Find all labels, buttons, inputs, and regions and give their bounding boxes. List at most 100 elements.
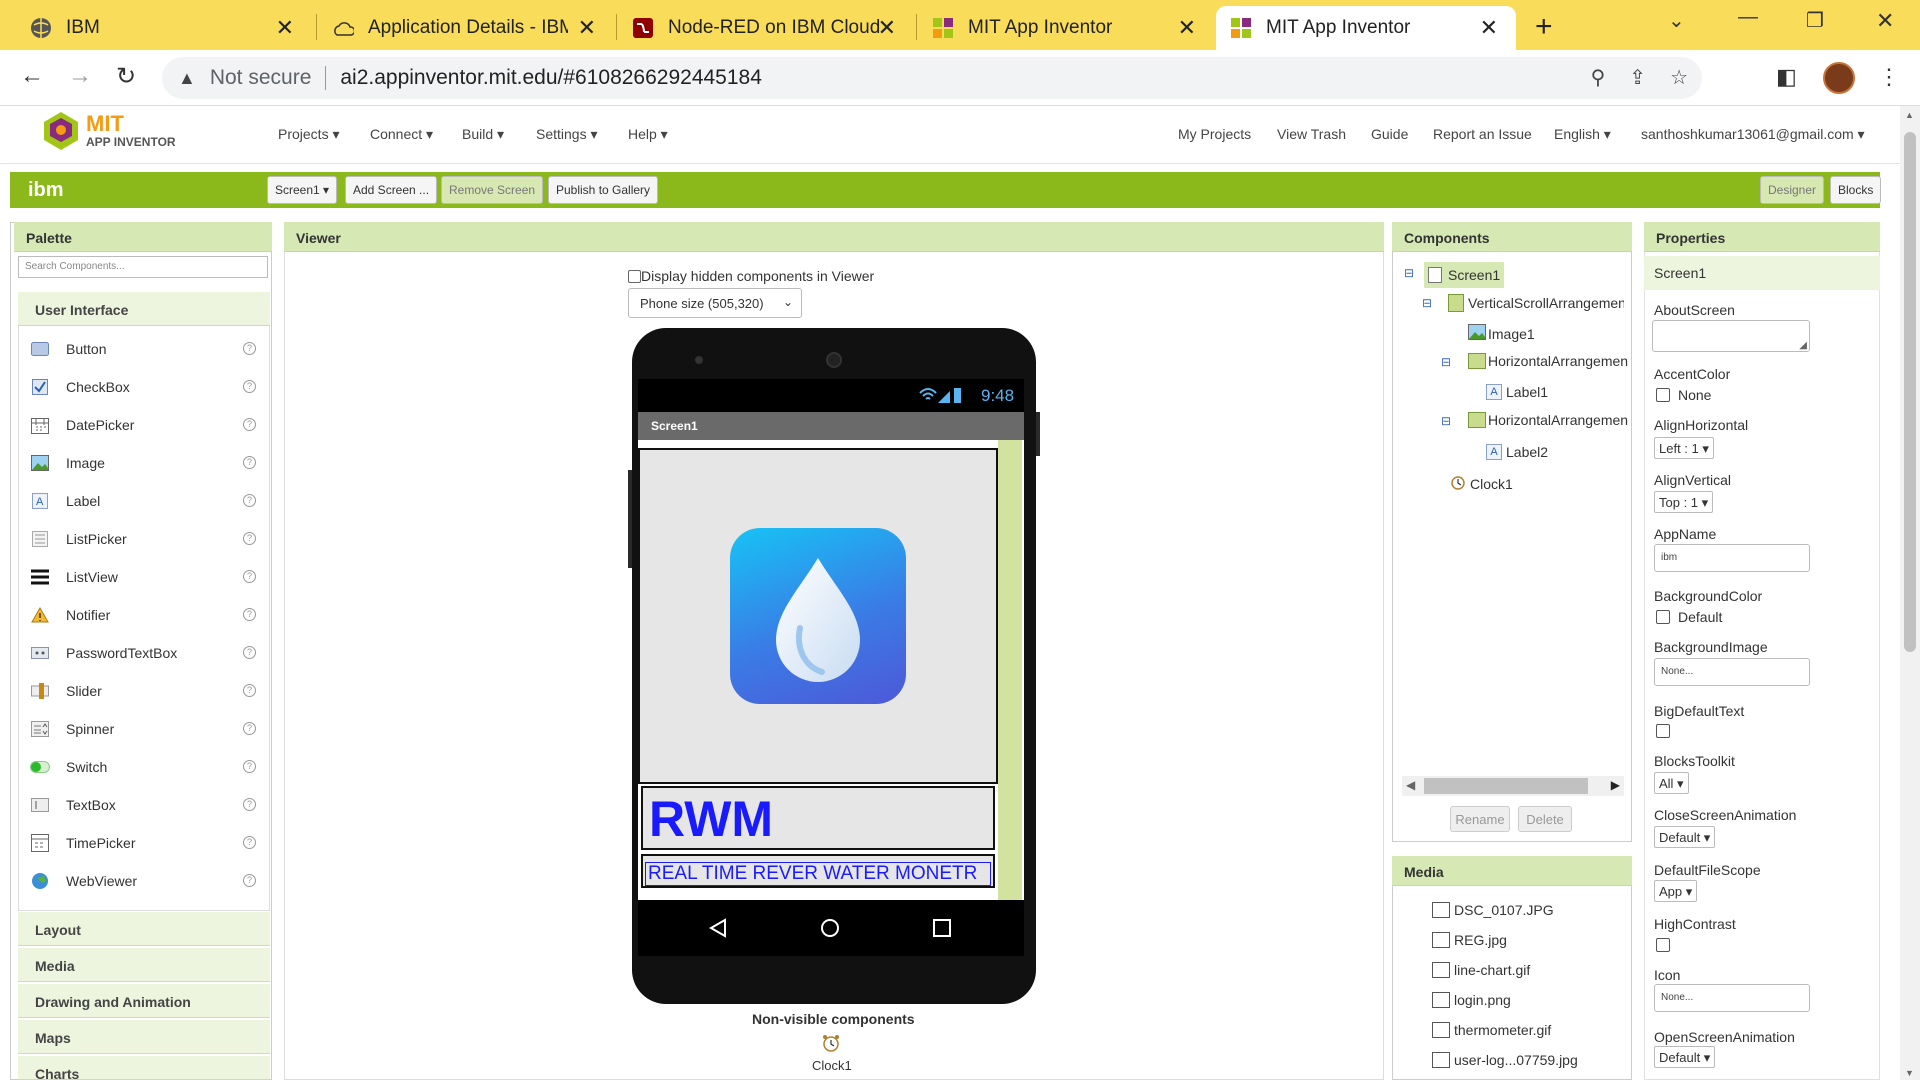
palette-item-notifier[interactable]: Notifier? [30, 597, 256, 633]
components-hscrollbar[interactable]: ◀ ▶ [1402, 776, 1624, 796]
horizontal-arrangement-1[interactable]: RWM [641, 786, 995, 850]
category-charts[interactable]: Charts [18, 1056, 270, 1080]
link-view-trash[interactable]: View Trash [1277, 126, 1346, 142]
prop-appname-input[interactable]: ibm [1654, 544, 1810, 572]
category-drawing-animation[interactable]: Drawing and Animation [18, 984, 270, 1018]
tab-mit-app-inventor-active[interactable]: MIT App Inventor ✕ [1216, 6, 1516, 50]
help-icon[interactable]: ? [243, 646, 256, 659]
palette-item-button[interactable]: Button? [30, 331, 256, 367]
help-icon[interactable]: ? [243, 760, 256, 773]
media-file[interactable]: line-chart.gif [1432, 962, 1530, 978]
help-icon[interactable]: ? [243, 494, 256, 507]
help-icon[interactable]: ? [243, 342, 256, 355]
zoom-icon[interactable]: ⚲ [1591, 65, 1606, 90]
url-text[interactable]: ai2.appinventor.mit.edu/#610826629244518… [340, 66, 762, 90]
scrollbar-thumb[interactable] [1904, 132, 1916, 652]
scroll-down-icon[interactable]: ▼ [1905, 1068, 1914, 1078]
profile-avatar[interactable] [1823, 62, 1855, 94]
tree-clock1[interactable]: Clock1 [1450, 474, 1513, 493]
rename-button[interactable]: Rename [1450, 806, 1510, 832]
palette-search-input[interactable]: Search Components... [18, 256, 268, 278]
hidden-components-checkbox[interactable] [628, 269, 641, 283]
help-icon[interactable]: ? [243, 836, 256, 849]
palette-item-webviewer[interactable]: WebViewer? [30, 863, 256, 899]
back-icon[interactable]: ← [20, 62, 44, 90]
forward-icon[interactable]: → [68, 62, 92, 90]
close-icon[interactable]: ✕ [1178, 15, 1196, 41]
collapse-icon[interactable]: ⊟ [1441, 355, 1451, 369]
prop-about-textarea[interactable]: ◢ [1652, 320, 1810, 352]
palette-item-passwordtextbox[interactable]: PasswordTextBox? [30, 635, 256, 671]
scroll-right-icon[interactable]: ▶ [1611, 778, 1620, 792]
language-menu[interactable]: English ▾ [1554, 126, 1611, 143]
prop-bigtext-checkbox[interactable] [1656, 724, 1670, 738]
media-file[interactable]: REG.jpg [1432, 932, 1507, 948]
label2-text[interactable]: REAL TIME REVER WATER MONETR [645, 862, 991, 886]
prop-bgcolor-swatch[interactable] [1656, 610, 1670, 624]
designer-button[interactable]: Designer [1760, 176, 1825, 204]
horizontal-arrangement-2[interactable]: REAL TIME REVER WATER MONETR [641, 854, 995, 888]
palette-item-textbox[interactable]: TextBox? [30, 787, 256, 823]
help-icon[interactable]: ? [243, 418, 256, 431]
scroll-up-icon[interactable]: ▲ [1905, 110, 1914, 120]
help-icon[interactable]: ? [243, 608, 256, 621]
category-media[interactable]: Media [18, 948, 270, 982]
phone-size-select[interactable]: Phone size (505,320) ⌄ [628, 288, 802, 318]
help-icon[interactable]: ? [243, 684, 256, 697]
share-icon[interactable]: ⇪ [1629, 65, 1646, 90]
tab-application-details[interactable]: Application Details - IBM C ✕ [318, 6, 614, 50]
category-maps[interactable]: Maps [18, 1020, 270, 1054]
palette-item-datepicker[interactable]: DatePicker? [30, 407, 256, 443]
link-my-projects[interactable]: My Projects [1178, 126, 1251, 142]
tab-search-chevron-icon[interactable]: ⌄ [1668, 8, 1685, 33]
prop-closeanim-select[interactable]: Default ▾ [1654, 826, 1716, 848]
image1-component[interactable] [638, 448, 998, 784]
restore-icon[interactable]: ❐ [1806, 8, 1824, 33]
hidden-components-toggle[interactable]: Display hidden components in Viewer [628, 268, 874, 284]
prop-bgcolor-value[interactable]: Default [1678, 609, 1722, 625]
close-icon[interactable]: ✕ [578, 15, 596, 41]
new-tab-button[interactable]: + [1535, 10, 1553, 44]
minimize-icon[interactable]: — [1738, 6, 1758, 29]
tab-node-red[interactable]: Node-RED on IBM Cloud ✕ [618, 6, 914, 50]
collapse-icon[interactable]: ⊟ [1441, 414, 1451, 428]
palette-item-image[interactable]: Image? [30, 445, 256, 481]
prop-alignh-select[interactable]: Left : 1 ▾ [1654, 437, 1714, 459]
prop-alignv-select[interactable]: Top : 1 ▾ [1654, 491, 1714, 513]
help-icon[interactable]: ? [243, 456, 256, 469]
category-user-interface[interactable]: User Interface [18, 292, 270, 326]
account-menu[interactable]: santhoshkumar13061@gmail.com ▾ [1641, 126, 1865, 143]
add-screen-button[interactable]: Add Screen ... [345, 176, 438, 204]
media-file[interactable]: thermometer.gif [1432, 1022, 1551, 1038]
palette-item-switch[interactable]: Switch? [30, 749, 256, 785]
palette-item-label[interactable]: A Label? [30, 483, 256, 519]
omnibox[interactable]: ▲ Not secure ai2.appinventor.mit.edu/#61… [162, 57, 1702, 99]
close-icon[interactable]: ✕ [878, 15, 896, 41]
help-icon[interactable]: ? [243, 570, 256, 583]
prop-accent-value[interactable]: None [1678, 387, 1711, 403]
help-icon[interactable]: ? [243, 874, 256, 887]
prop-icon-input[interactable]: None... [1654, 984, 1810, 1012]
window-close-icon[interactable]: ✕ [1876, 8, 1894, 34]
palette-item-checkbox[interactable]: CheckBox? [30, 369, 256, 405]
menu-help[interactable]: Help ▾ [628, 126, 668, 143]
prop-accent-swatch[interactable] [1656, 388, 1670, 402]
collapse-icon[interactable]: ⊟ [1422, 296, 1432, 310]
help-icon[interactable]: ? [243, 380, 256, 393]
tree-image1[interactable]: Image1 [1468, 324, 1535, 343]
side-panel-icon[interactable]: ◧ [1776, 64, 1797, 90]
close-icon[interactable]: ✕ [1480, 15, 1498, 41]
close-icon[interactable]: ✕ [276, 15, 294, 41]
scroll-left-icon[interactable]: ◀ [1406, 778, 1415, 792]
page-scrollbar[interactable]: ▲ ▼ [1900, 106, 1920, 1080]
link-guide[interactable]: Guide [1371, 126, 1408, 142]
palette-item-spinner[interactable]: Spinner? [30, 711, 256, 747]
media-file[interactable]: DSC_0107.JPG [1432, 902, 1554, 918]
prop-filescope-select[interactable]: App ▾ [1654, 880, 1698, 902]
tab-ibm[interactable]: IBM ✕ [16, 6, 312, 50]
app-inventor-logo[interactable]: MIT APP INVENTOR [40, 110, 176, 152]
tree-label2[interactable]: A Label2 [1486, 444, 1548, 460]
prop-contrast-checkbox[interactable] [1656, 938, 1670, 952]
tree-horizontal-arrangement-2[interactable]: HorizontalArrangemen [1468, 412, 1628, 428]
media-file[interactable]: user-log...07759.jpg [1432, 1052, 1578, 1068]
